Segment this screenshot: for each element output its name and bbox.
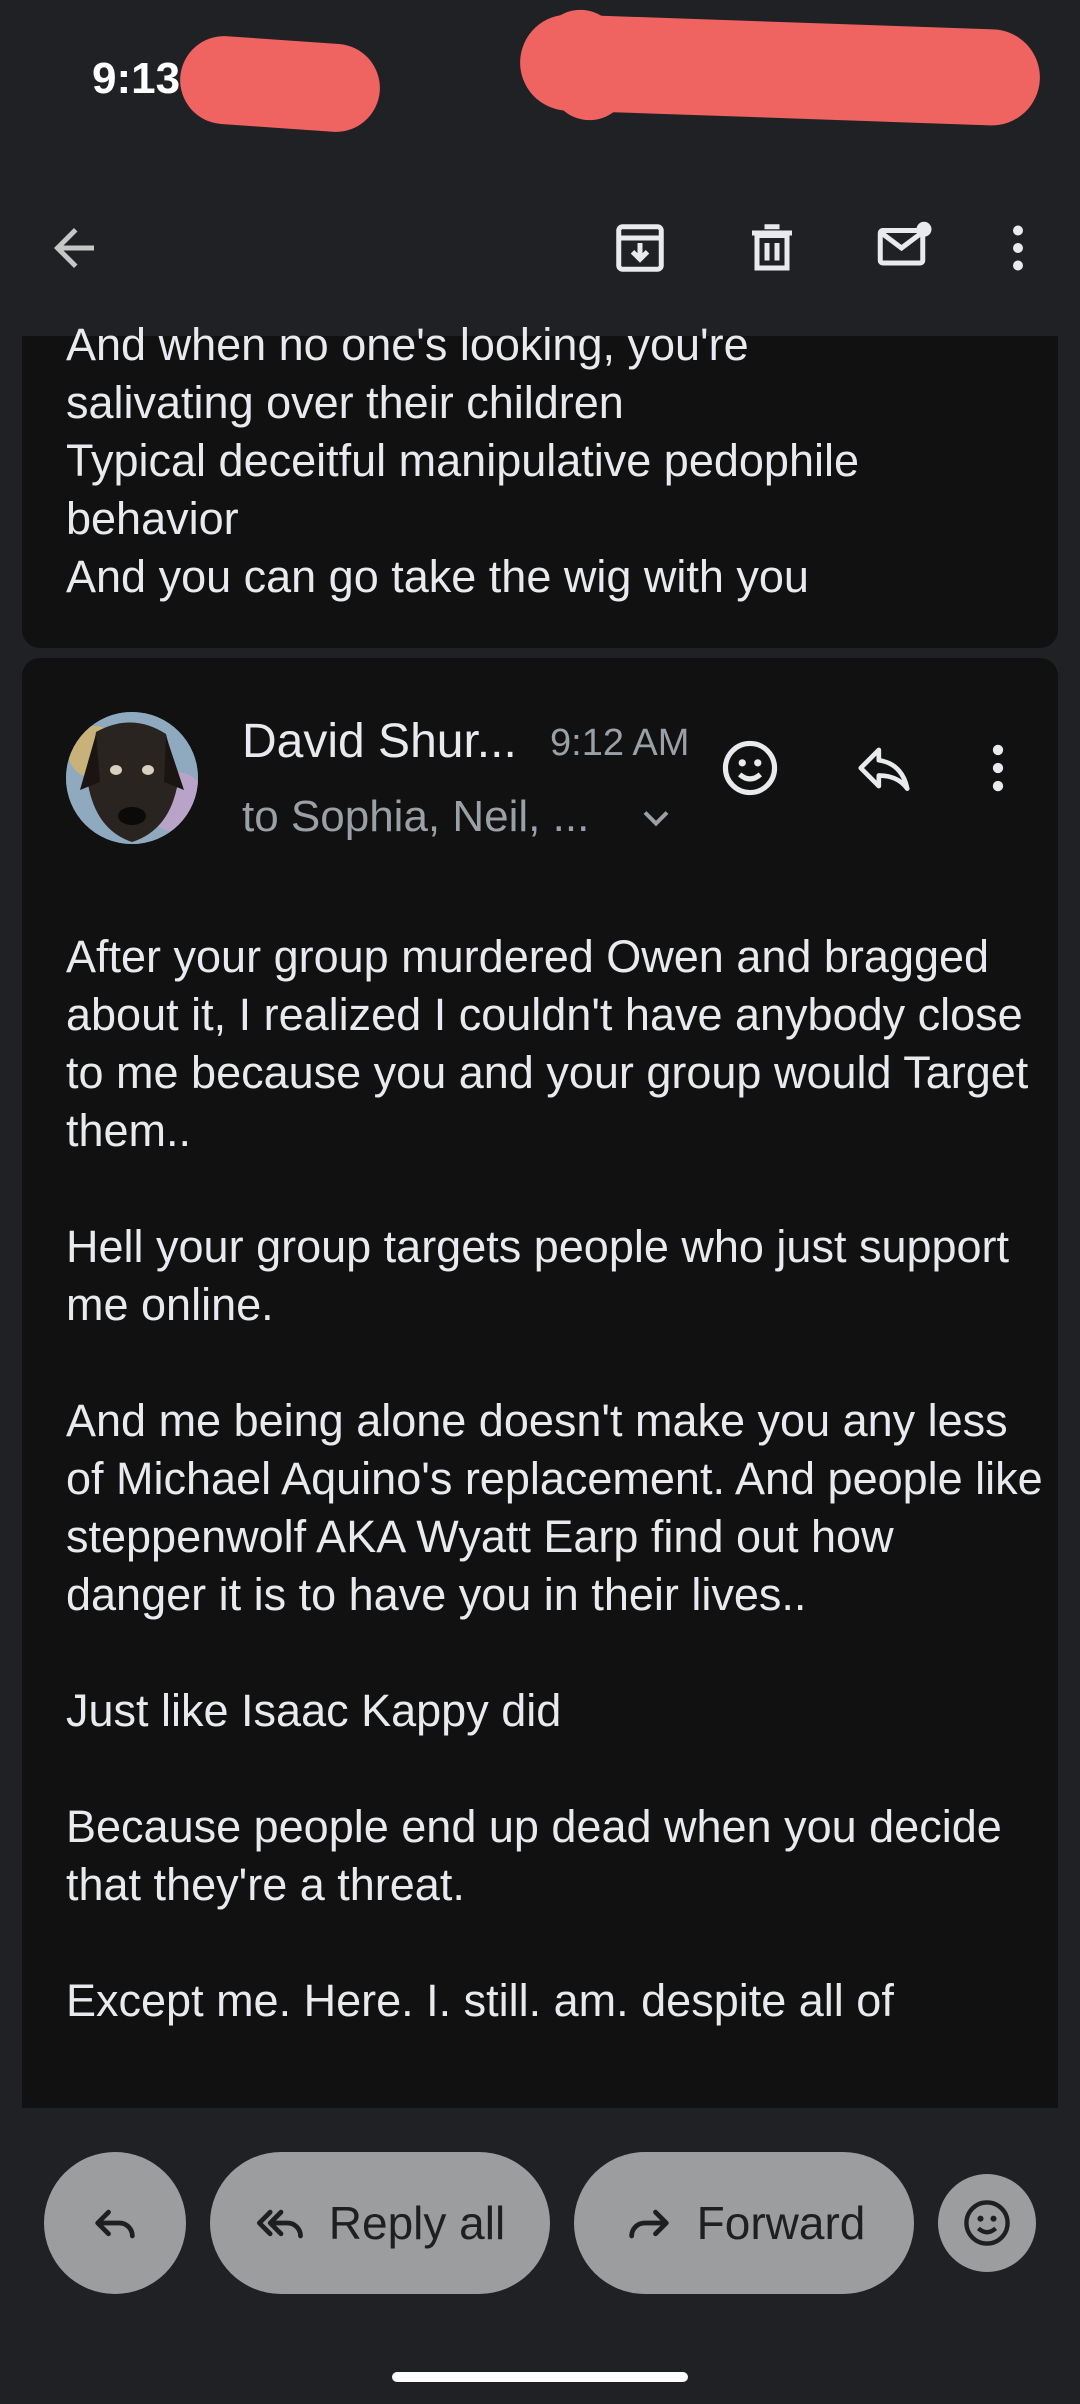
redaction-mark [518,12,1042,128]
reply-all-label: Reply all [328,2197,506,2249]
text-line: behavior [66,493,239,544]
forward-button[interactable]: Forward [574,2152,914,2294]
delete-icon[interactable] [724,200,820,296]
reply-button[interactable] [44,2152,186,2294]
message-paragraph: Except me. Here. I. still. am. despite a… [66,1975,894,2026]
message-paragraph: Hell your group targets people who just … [66,1221,1010,1330]
text-line: Typical deceitful manipulative pedophile [66,435,859,486]
message-paragraph: After your group murdered Owen and bragg… [66,931,1029,1156]
message-time: 9:12 AM [550,722,690,764]
status-bar: 9:13 [0,0,1080,160]
sender-name[interactable]: David Shur... [242,714,517,769]
reply-all-button[interactable]: Reply all [210,2152,550,2294]
emoji-react-button[interactable] [938,2174,1036,2272]
recipients-line[interactable]: to Sophia, Neil, ... [242,792,589,842]
forward-icon [628,2209,669,2239]
status-time: 9:13 [92,54,181,103]
message-card: David Shur... 9:12 AM to Sophia, Neil, .… [22,658,1058,2108]
previous-message-body: And when no one's looking, you're saliva… [66,316,1046,606]
more-vert-icon[interactable] [958,728,1038,808]
reply-all-icon [256,2209,303,2239]
emoji-icon[interactable] [710,728,790,808]
emoji-icon [964,2200,1010,2246]
message-body: After your group murdered Owen and bragg… [66,928,1046,2088]
mark-unread-icon[interactable] [856,200,952,296]
avatar[interactable] [66,712,198,844]
forward-label: Forward [696,2197,866,2249]
bottom-action-bar: Reply all Forward [0,2108,1080,2404]
previous-message-card: And when no one's looking, you're saliva… [22,319,1058,648]
more-vert-icon[interactable] [970,200,1066,296]
message-paragraph: Just like Isaac Kappy did [66,1685,562,1736]
reply-icon [95,2209,135,2239]
archive-icon[interactable] [592,200,688,296]
gesture-handle[interactable] [392,2372,688,2382]
chevron-down-icon[interactable] [634,796,678,840]
text-line: And when no one's looking, you're [66,319,749,370]
reply-icon[interactable] [844,728,924,808]
text-line: salivating over their children [66,377,624,428]
back-arrow-icon[interactable] [26,200,122,296]
message-paragraph: And me being alone doesn't make you any … [66,1395,1043,1620]
text-line: And you can go take the wig with you [66,551,809,602]
message-paragraph: Because people end up dead when you deci… [66,1801,1002,1910]
top-toolbar [0,160,1080,336]
redaction-mark [177,33,383,135]
